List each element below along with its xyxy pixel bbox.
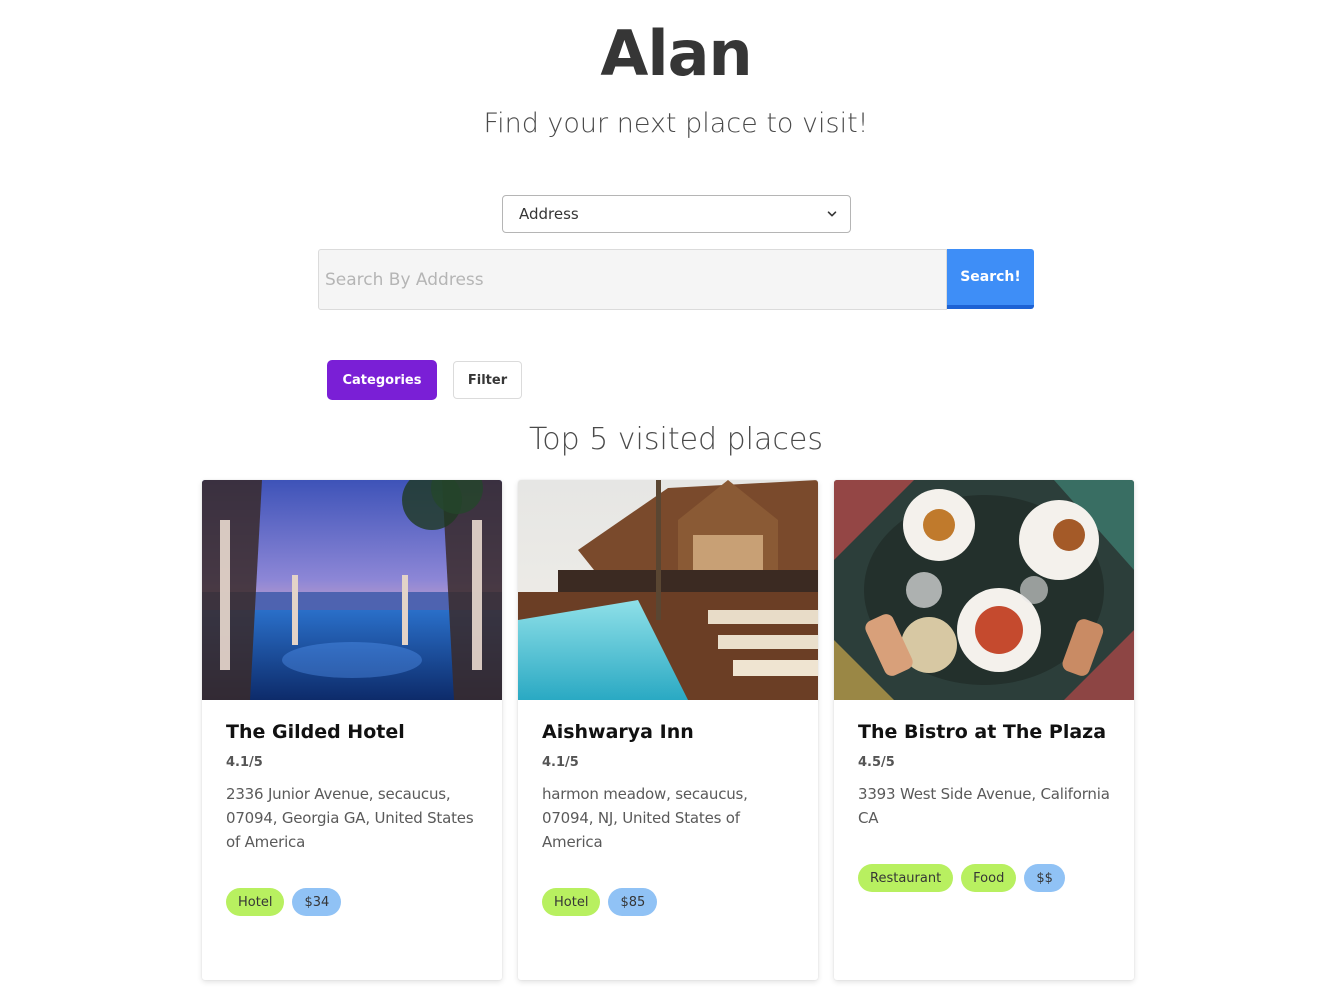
search-type-select-value: Address [519,205,579,223]
place-address: 3393 West Side Avenue, California CA [858,785,1110,827]
place-card[interactable]: The Gilded Hotel 4.1/5 2336 Junior Avenu… [202,480,502,980]
tag-price[interactable]: $$ [1024,864,1065,892]
tag-category[interactable]: Hotel [226,888,285,916]
chevron-down-icon [827,211,837,217]
place-title[interactable]: Aishwarya Inn [542,718,794,746]
search-button[interactable]: Search! [947,249,1034,309]
categories-button[interactable]: Categories [327,360,437,400]
place-card[interactable]: Aishwarya Inn 4.1/5 harmon meadow, secau… [518,480,818,980]
place-title[interactable]: The Bistro at The Plaza [858,718,1110,746]
section-title: Top 5 visited places [529,422,823,457]
place-photo-food-table [834,480,1134,700]
place-rating: 4.1/5 [542,755,579,770]
place-rating: 4.1/5 [226,755,263,770]
filter-button[interactable]: Filter [453,361,522,399]
tag-list: Hotel $34 [226,888,478,916]
search-input[interactable] [318,249,947,310]
tag-list: Hotel $85 [542,888,794,916]
tag-price[interactable]: $85 [608,888,658,916]
place-address: 2336 Junior Avenue, secaucus, 07094, Geo… [226,785,474,851]
place-photo-resort-pool [202,480,502,700]
place-photo-inn-pool [518,480,818,700]
search-type-select[interactable]: Address [502,195,851,233]
tag-category[interactable]: Restaurant [858,864,954,892]
place-rating: 4.5/5 [858,755,895,770]
place-address: harmon meadow, secaucus, 07094, NJ, Unit… [542,785,748,851]
place-title[interactable]: The Gilded Hotel [226,718,478,746]
tag-category[interactable]: Food [961,864,1017,892]
page-tagline: Find your next place to visit! [483,108,869,139]
tag-list: Restaurant Food $$ [858,864,1110,892]
tag-price[interactable]: $34 [292,888,342,916]
page: Alan Find your next place to visit! Addr… [0,0,1322,991]
site-logo[interactable]: Alan [0,22,1322,86]
tag-category[interactable]: Hotel [542,888,601,916]
place-card[interactable]: The Bistro at The Plaza 4.5/5 3393 West … [834,480,1134,980]
